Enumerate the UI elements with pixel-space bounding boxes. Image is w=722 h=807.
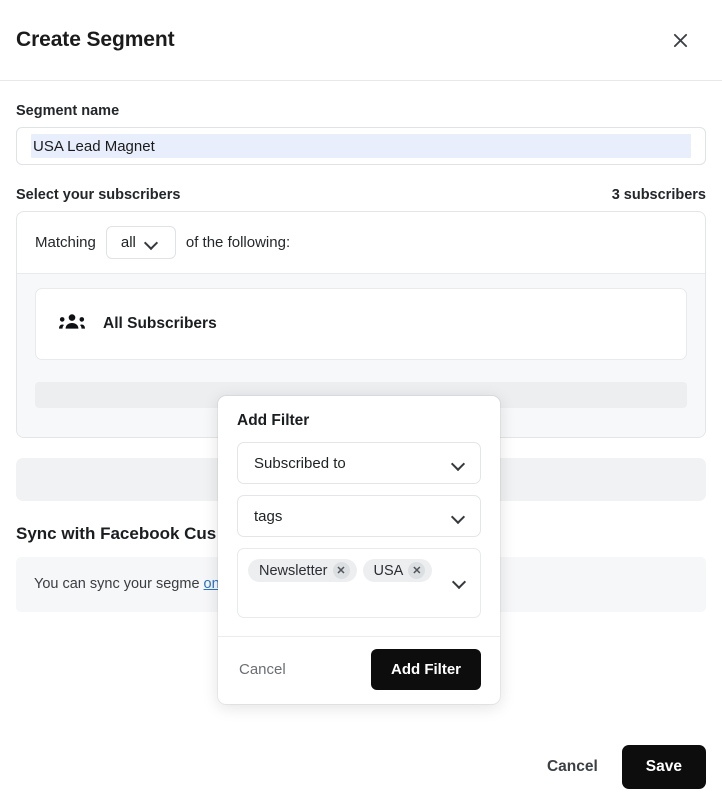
add-filter-popover-body: Add Filter Subscribed to tags Newsletter… xyxy=(218,396,500,636)
modal-footer: Cancel Save xyxy=(0,727,722,807)
cancel-button[interactable]: Cancel xyxy=(533,748,612,786)
tag-chip-label: USA xyxy=(374,563,404,579)
close-glyph xyxy=(673,33,688,48)
matching-mode-select[interactable]: all xyxy=(106,226,176,259)
all-subscribers-label: All Subscribers xyxy=(103,315,217,333)
subscriber-count: 3 subscribers xyxy=(612,187,706,203)
chevron-down-icon xyxy=(146,237,157,248)
tag-chip[interactable]: USA ✕ xyxy=(363,559,433,582)
facebook-note-text: You can sync your segme xyxy=(34,576,200,592)
save-button[interactable]: Save xyxy=(622,745,706,789)
matching-mode-value: all xyxy=(121,234,136,251)
segment-name-input-wrapper[interactable] xyxy=(16,127,706,165)
filter-property-value: tags xyxy=(254,508,282,525)
filter-type-select[interactable]: Subscribed to xyxy=(237,442,481,484)
select-subscribers-label: Select your subscribers xyxy=(16,187,180,203)
chevron-down-icon xyxy=(453,511,464,522)
all-subscribers-row[interactable]: All Subscribers xyxy=(35,288,687,360)
chevron-down-icon xyxy=(453,458,464,469)
filter-values-multiselect[interactable]: Newsletter ✕ USA ✕ xyxy=(237,548,481,618)
add-filter-popover-footer: Cancel Add Filter xyxy=(218,636,500,704)
popover-cancel-button[interactable]: Cancel xyxy=(237,655,288,684)
matching-prefix-label: Matching xyxy=(35,234,96,251)
close-icon[interactable]: ✕ xyxy=(408,562,425,579)
page-title: Create Segment xyxy=(16,28,175,52)
popover-add-filter-button[interactable]: Add Filter xyxy=(371,649,481,690)
tag-chip[interactable]: Newsletter ✕ xyxy=(248,559,357,582)
create-segment-modal: Create Segment Segment name Select your … xyxy=(0,0,722,807)
close-icon[interactable] xyxy=(664,24,696,56)
select-subscribers-row: Select your subscribers 3 subscribers xyxy=(16,187,706,203)
matching-suffix-label: of the following: xyxy=(186,234,290,251)
chevron-down-icon xyxy=(454,576,465,587)
matching-row: Matching all of the following: xyxy=(17,212,705,273)
add-filter-popover: Add Filter Subscribed to tags Newsletter… xyxy=(218,396,500,704)
modal-header: Create Segment xyxy=(0,0,722,81)
groups-icon xyxy=(59,313,85,336)
filter-type-value: Subscribed to xyxy=(254,455,346,472)
close-icon[interactable]: ✕ xyxy=(333,562,350,579)
segment-name-label: Segment name xyxy=(16,103,706,119)
segment-name-input[interactable] xyxy=(18,129,704,163)
tag-chip-label: Newsletter xyxy=(259,563,328,579)
filter-property-select[interactable]: tags xyxy=(237,495,481,537)
selected-tag-chips: Newsletter ✕ USA ✕ xyxy=(248,559,470,582)
add-filter-title: Add Filter xyxy=(237,412,481,430)
